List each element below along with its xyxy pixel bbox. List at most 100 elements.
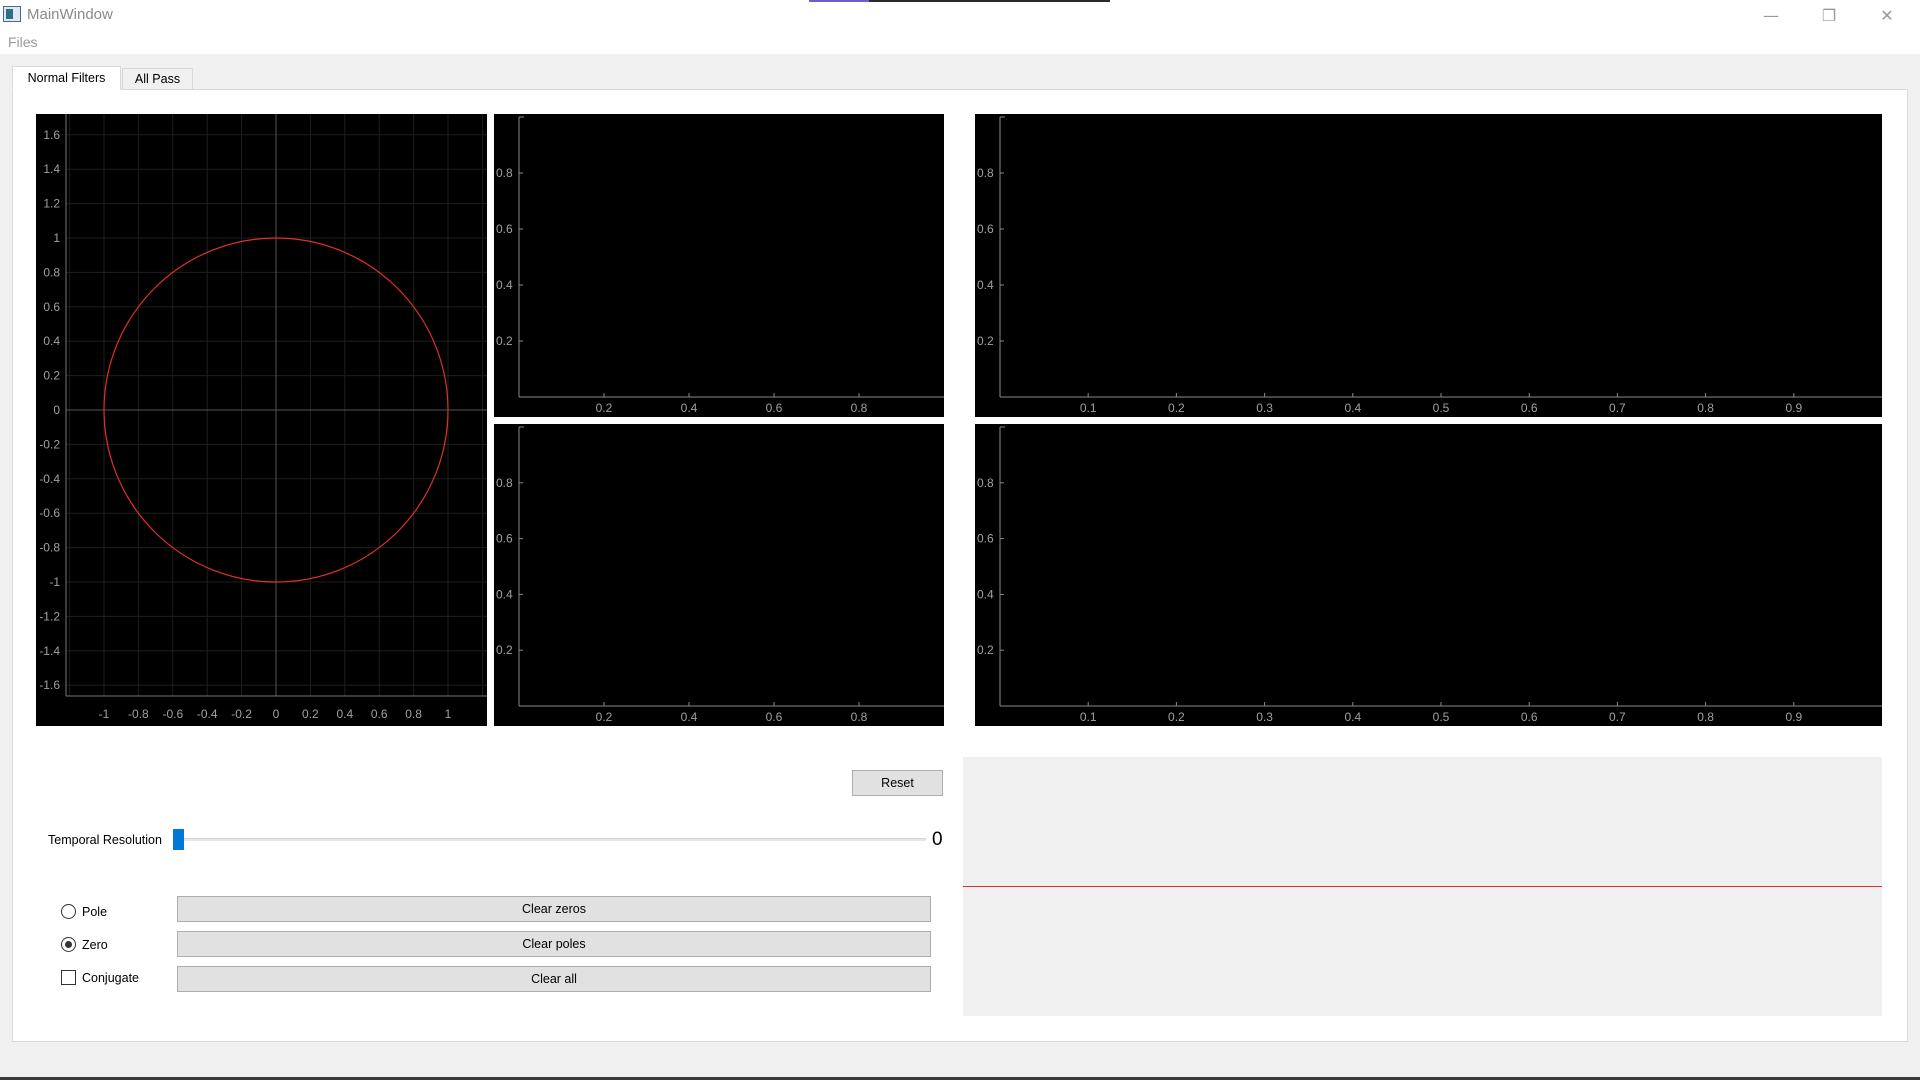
temporal-resolution-slider-track[interactable] — [178, 838, 926, 841]
x-tick-label: 0.8 — [1697, 710, 1714, 724]
y-tick-label: 0.8 — [977, 166, 994, 180]
z-plane-canvas[interactable]: 1.61.41.210.80.60.40.20-0.2-0.4-0.6-0.8-… — [36, 114, 487, 726]
restore-icon[interactable]: ❐ — [1806, 0, 1852, 30]
x-tick-label: 0.7 — [1609, 710, 1626, 724]
conjugate-label: Conjugate — [82, 971, 139, 985]
z-y-tick: -1.6 — [39, 678, 60, 692]
x-tick-label: 0.3 — [1256, 710, 1273, 724]
x-tick-label: 0.4 — [681, 710, 698, 724]
y-tick-label: 0.6 — [496, 222, 513, 236]
pole-label: Pole — [82, 905, 108, 919]
x-tick-label: 0.3 — [1256, 401, 1273, 415]
x-tick-label: 0.4 — [681, 401, 698, 415]
z-x-tick: -0.8 — [128, 707, 149, 721]
x-tick-label: 0.6 — [1521, 401, 1538, 415]
x-tick-label: 0.6 — [1521, 710, 1538, 724]
y-tick-label: 0.8 — [496, 476, 513, 490]
x-tick-label: 0.2 — [1168, 710, 1185, 724]
window-title: MainWindow — [27, 6, 113, 23]
x-tick-label: 0.9 — [1785, 710, 1802, 724]
input-signal-canvas[interactable]: 0.8 0.6 0.4 0.2 0.1 0.2 0.3 0.4 0.5 0.6 0.7 0.8 0.9 — [975, 114, 1882, 417]
x-tick-label: 0.7 — [1609, 401, 1626, 415]
result-trace — [963, 886, 1882, 887]
minimize-icon[interactable]: — — [1748, 0, 1794, 30]
result-plot[interactable] — [963, 757, 1882, 1016]
output-signal-plot[interactable]: 0.8 0.6 0.4 0.2 0.1 0.2 0.3 0.4 0.5 0.6 0.7 0.8 0.9 — [975, 424, 1882, 726]
z-x-tick: -0.4 — [197, 707, 218, 721]
y-tick-label: 0.2 — [977, 334, 994, 348]
z-y-tick: -0.4 — [39, 472, 60, 486]
title-accent-line — [809, 0, 1110, 2]
x-tick-label: 0.4 — [1344, 401, 1361, 415]
x-tick-label: 0.5 — [1433, 401, 1450, 415]
output-signal-canvas[interactable]: 0.8 0.6 0.4 0.2 0.1 0.2 0.3 0.4 0.5 0.6 0.7 0.8 0.9 — [975, 424, 1882, 726]
x-tick-label: 0.1 — [1080, 710, 1097, 724]
x-tick-label: 0.9 — [1785, 401, 1802, 415]
z-y-tick: 0.8 — [43, 265, 60, 279]
z-x-tick: 0.2 — [302, 707, 319, 721]
z-x-tick: -1 — [99, 707, 110, 721]
z-x-tick: -0.6 — [162, 707, 183, 721]
z-y-tick: 1 — [53, 231, 60, 245]
z-y-tick: 0.4 — [43, 334, 60, 348]
input-signal-plot[interactable]: 0.8 0.6 0.4 0.2 0.1 0.2 0.3 0.4 0.5 0.6 0.7 0.8 0.9 — [975, 114, 1882, 417]
z-y-tick: -1.4 — [39, 644, 60, 658]
x-tick-label: 0.8 — [851, 401, 868, 415]
y-tick-label: 0.6 — [977, 532, 994, 546]
temporal-resolution-slider-handle[interactable] — [173, 829, 184, 850]
z-y-tick: -1.2 — [39, 609, 60, 623]
z-x-tick: 0.6 — [371, 707, 388, 721]
zero-radio[interactable] — [61, 937, 76, 952]
x-tick-label: 0.8 — [851, 710, 868, 724]
z-y-tick: 1.6 — [43, 128, 60, 142]
y-tick-label: 0.4 — [496, 278, 513, 292]
y-tick-label: 0.2 — [977, 643, 994, 657]
y-tick-label: 0.8 — [496, 166, 513, 180]
y-tick-label: 0.8 — [977, 476, 994, 490]
y-tick-label: 0.4 — [977, 278, 994, 292]
clear-zeros-button[interactable]: Clear zeros — [177, 896, 931, 922]
y-tick-label: 0.4 — [496, 587, 513, 601]
z-y-tick: -0.8 — [39, 541, 60, 555]
x-tick-label: 0.4 — [1344, 710, 1361, 724]
x-tick-label: 0.8 — [1697, 401, 1714, 415]
magnitude-canvas[interactable]: 0.8 0.6 0.4 0.2 0.2 0.4 0.6 0.8 — [494, 114, 944, 417]
title-bar: MainWindow — ❐ ✕ — [0, 0, 1920, 30]
y-tick-label: 0.2 — [496, 643, 513, 657]
tab-all-pass[interactable]: All Pass — [122, 68, 193, 90]
z-plane-plot[interactable]: 1.6 1.4 1.2 1 0.8 0.6 0.4 0.2 0 -0.2 -0.4 -0.6 -0.8-… — [36, 114, 487, 726]
x-tick-label: 0.2 — [1168, 401, 1185, 415]
tab-normal-filters[interactable]: Normal Filters — [12, 66, 121, 90]
close-icon[interactable]: ✕ — [1864, 0, 1910, 30]
x-tick-label: 0.1 — [1080, 401, 1097, 415]
menu-bar: Files — [0, 30, 1920, 54]
magnitude-plot[interactable]: 0.8 0.6 0.4 0.2 0.2 0.4 0.6 0.8 — [494, 114, 944, 417]
pole-radio[interactable] — [61, 904, 76, 919]
z-y-tick: 1.2 — [43, 197, 60, 211]
z-y-tick: -0.6 — [39, 506, 60, 520]
phase-plot[interactable]: 0.8 0.6 0.4 0.2 0.2 0.4 0.6 0.8 — [494, 424, 944, 726]
z-x-tick: 0.8 — [405, 707, 422, 721]
z-y-tick: -1 — [49, 575, 60, 589]
x-tick-label: 0.2 — [596, 710, 613, 724]
z-y-tick: -0.2 — [39, 437, 60, 451]
y-tick-label: 0.6 — [977, 222, 994, 236]
y-tick-label: 0.6 — [496, 532, 513, 546]
temporal-resolution-value: 0 — [932, 829, 943, 850]
menu-files[interactable]: Files — [8, 34, 38, 50]
x-tick-label: 0.6 — [766, 710, 783, 724]
y-tick-label: 0.2 — [496, 334, 513, 348]
z-x-tick: 0 — [273, 707, 280, 721]
y-tick-label: 0.4 — [977, 587, 994, 601]
clear-poles-button[interactable]: Clear poles — [177, 931, 931, 957]
phase-canvas[interactable]: 0.8 0.6 0.4 0.2 0.2 0.4 0.6 0.8 — [494, 424, 944, 726]
clear-all-button[interactable]: Clear all — [177, 966, 931, 992]
x-tick-label: 0.2 — [596, 401, 613, 415]
z-x-tick: 1 — [445, 707, 452, 721]
z-x-tick: 0.4 — [336, 707, 353, 721]
x-tick-label: 0.5 — [1433, 710, 1450, 724]
app-icon — [3, 6, 21, 22]
zero-label: Zero — [82, 938, 108, 952]
reset-button[interactable]: Reset — [852, 770, 943, 796]
conjugate-checkbox[interactable] — [61, 970, 76, 985]
